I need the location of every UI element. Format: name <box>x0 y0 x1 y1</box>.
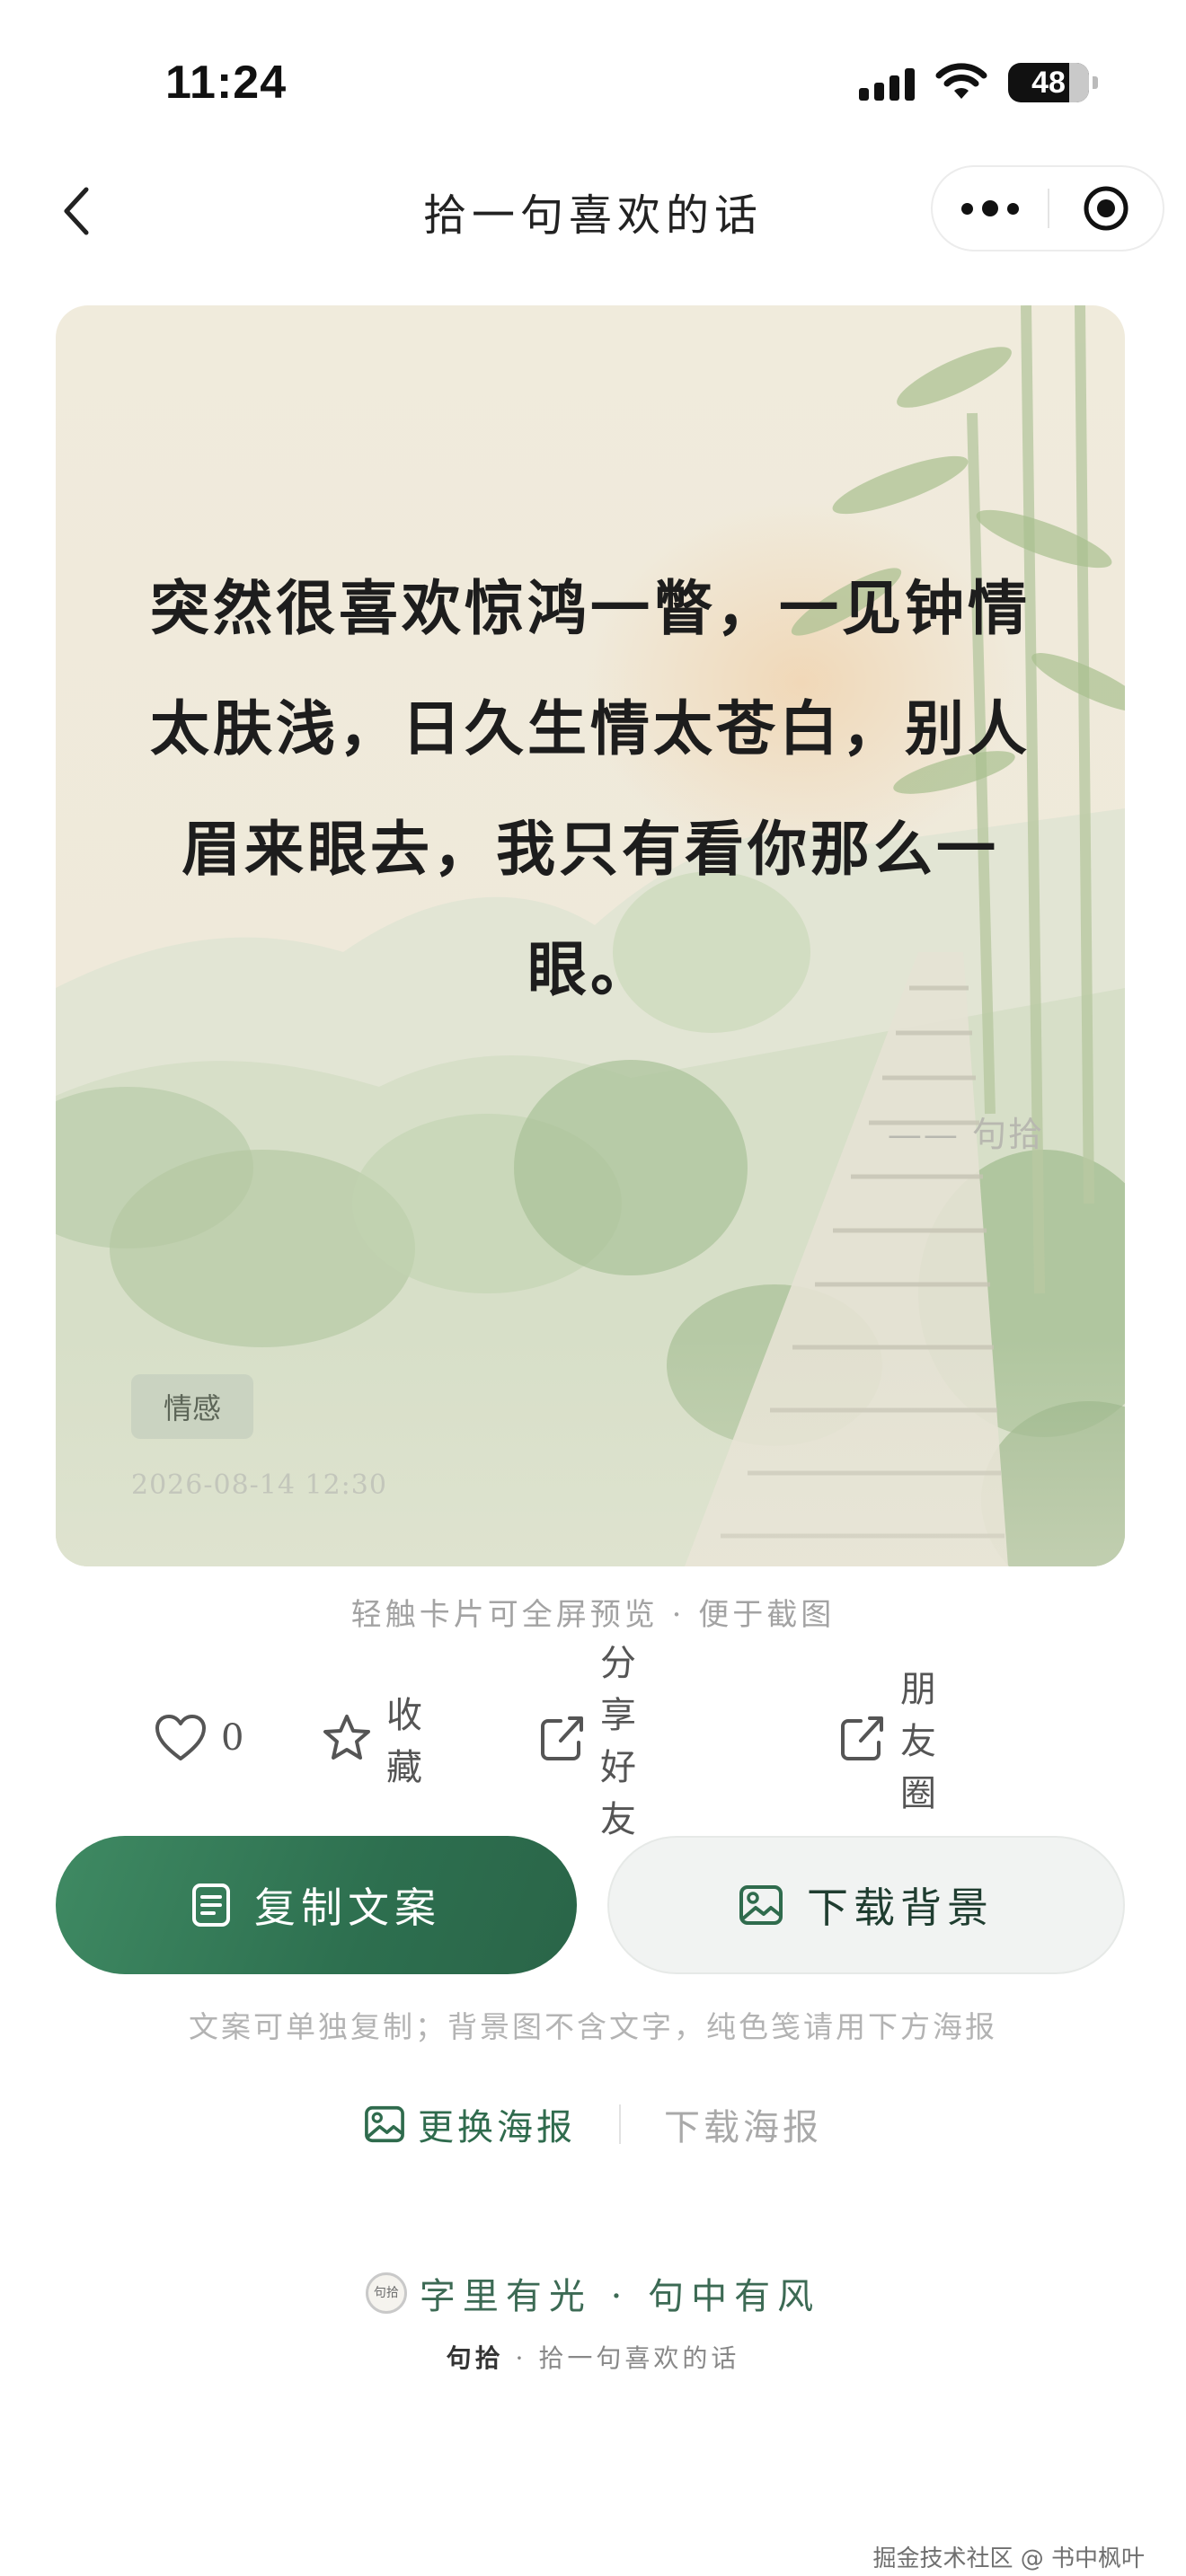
download-poster-label: 下载海报 <box>664 2107 822 2148</box>
download-poster-button[interactable]: 下载海报 <box>664 2098 822 2150</box>
change-poster-label: 更换海报 <box>418 2107 576 2148</box>
copy-text-button[interactable]: 复制文案 <box>56 1836 577 1974</box>
usage-note: 文案可单独复制；背景图不含文字，纯色笺请用下方海报 <box>189 2009 997 2044</box>
status-time: 11:24 <box>165 57 288 109</box>
wifi-icon <box>935 63 987 99</box>
more-options-button[interactable] <box>933 167 1048 250</box>
quote-card[interactable]: 突然很喜欢惊鸿一瞥，一见钟情太肤浅，日久生情太苍白，别人眉来眼去，我只有看你那么… <box>56 305 1125 1566</box>
source-watermark: 掘金技术社区 @ 书中枫叶 <box>872 2545 1145 2572</box>
quote-signature: —— 句拾 <box>887 1115 1044 1154</box>
battery-icon: 48 <box>1008 63 1098 102</box>
slogan-text: 字里有光 · 句中有风 <box>419 2276 821 2317</box>
favorite-button[interactable]: 收藏 <box>322 1695 425 1788</box>
battery-level: 48 <box>1031 65 1066 100</box>
share-friend-button[interactable]: 分享好友 <box>539 1643 639 1840</box>
category-tag: 情感 <box>131 1374 253 1439</box>
poster-actions: 更换海报 下载海报 <box>0 2093 1186 2156</box>
brand-tagline: · 拾一句喜欢的话 <box>515 2343 740 2373</box>
brand-name: 句拾 <box>446 2343 504 2373</box>
image-icon <box>739 1885 783 1925</box>
image-icon <box>365 2105 404 2143</box>
quote-text: 突然很喜欢惊鸿一瞥，一见钟情太肤浅，日久生情太苍白，别人眉来眼去，我只有看你那么… <box>150 573 1031 1004</box>
document-icon <box>192 1883 230 1927</box>
like-count: 0 <box>221 1717 247 1759</box>
brand-seal-logo: 句拾 <box>365 2272 407 2314</box>
share-icon <box>541 1716 583 1760</box>
status-icons: 48 <box>859 63 1098 102</box>
brand-subtitle: 句拾 · 拾一句喜欢的话 <box>0 2339 1186 2375</box>
preview-hint: 轻触卡片可全屏预览 · 便于截图 <box>350 1597 836 1633</box>
moments-button[interactable]: 朋友圈 <box>839 1669 939 1814</box>
download-background-button[interactable]: 下载背景 <box>607 1836 1125 1974</box>
close-miniprogram-button[interactable] <box>1049 167 1163 250</box>
poster-divider <box>619 2104 621 2144</box>
brand-slogan: 句拾 字里有光 · 句中有风 <box>0 2267 1186 2319</box>
share-moments-icon <box>841 1716 883 1760</box>
miniprogram-capsule <box>931 165 1164 251</box>
heart-icon <box>155 1715 206 1760</box>
card-date: 2026-08-14 12:30 <box>131 1469 387 1501</box>
target-icon <box>1084 186 1128 231</box>
download-background-label: 下载背景 <box>807 1883 994 1932</box>
cellular-signal-icon <box>859 65 915 101</box>
copy-text-label: 复制文案 <box>254 1883 441 1932</box>
share-friend-label: 分享好友 <box>600 1643 639 1840</box>
moments-label: 朋友圈 <box>900 1669 939 1814</box>
favorite-label: 收藏 <box>386 1695 425 1788</box>
star-icon <box>323 1715 370 1760</box>
change-poster-button[interactable]: 更换海报 <box>364 2098 576 2150</box>
like-button[interactable]: 0 <box>155 1698 246 1778</box>
